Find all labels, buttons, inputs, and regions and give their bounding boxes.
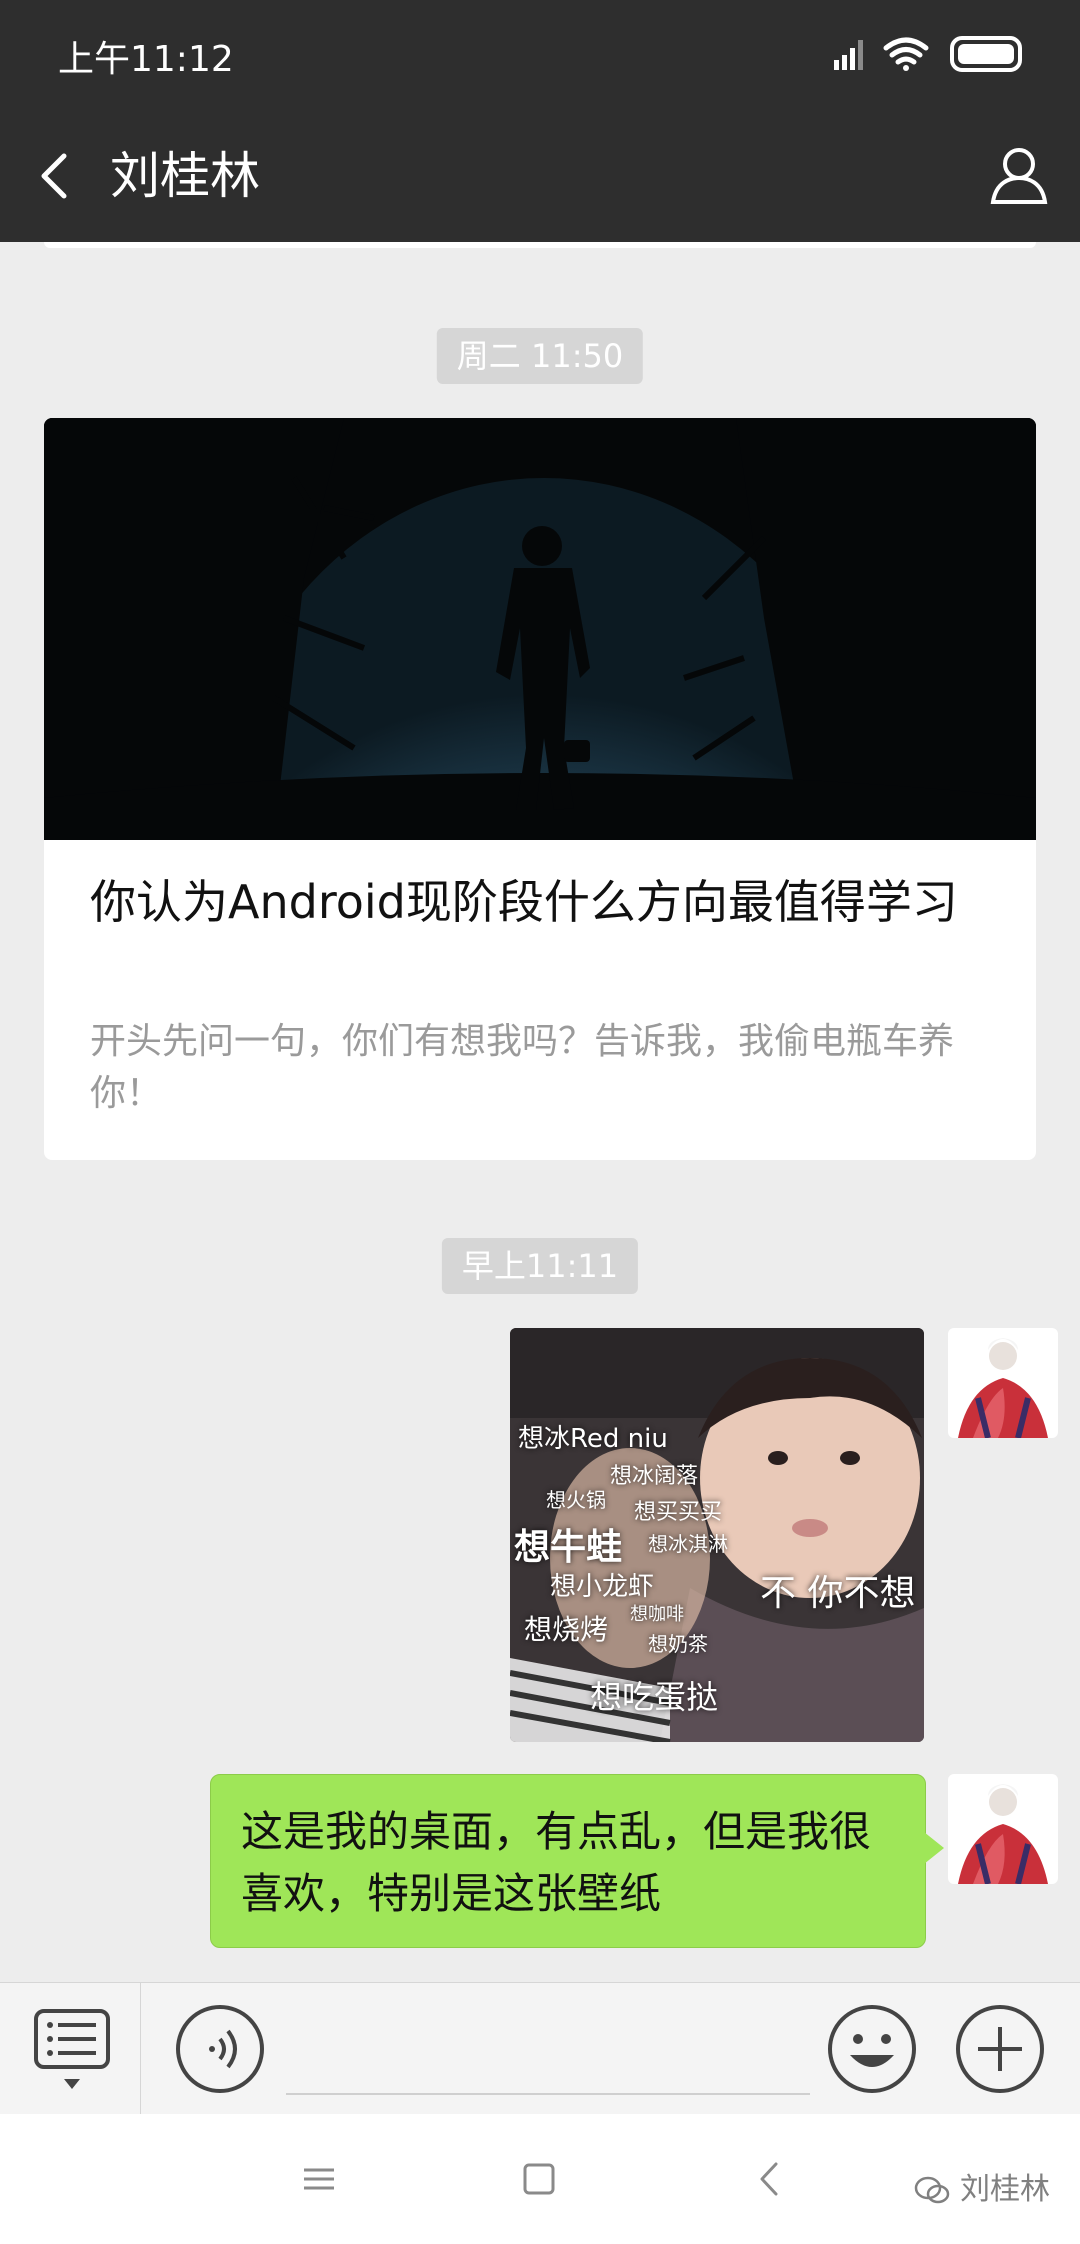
meme-caption: 不 你不想 — [760, 1573, 916, 1614]
timestamp: 周二 11:50 — [436, 328, 644, 384]
meme-text: 想吃蛋挞 — [590, 1678, 719, 1716]
bubble-tail — [924, 1832, 944, 1864]
voice-button[interactable] — [174, 2003, 266, 2095]
home-button[interactable] — [514, 2154, 564, 2204]
article-cover-image — [44, 418, 1036, 840]
meme-text: 想奶茶 — [648, 1632, 708, 1656]
meme-text: 想冰阔落 — [610, 1464, 699, 1489]
menu-button[interactable] — [32, 2005, 112, 2097]
system-nav-bar: 刘桂林 — [0, 2114, 1080, 2244]
status-bar: 上午11:12 — [0, 0, 1080, 110]
chat-header: 刘桂林 — [0, 110, 1080, 242]
meme-text: 想小龙虾 — [550, 1572, 655, 1602]
chat-title: 刘桂林 — [110, 147, 260, 205]
avatar-image — [948, 1774, 1058, 1884]
wifi-icon — [883, 37, 929, 71]
meme-text: 想咖啡 — [630, 1604, 684, 1625]
watermark-text: 刘桂林 — [960, 2172, 1050, 2207]
battery-icon — [950, 36, 1022, 72]
wechat-icon — [915, 2176, 950, 2203]
text-message-bubble[interactable]: 这是我的桌面，有点乱，但是我很喜欢，特别是这张壁纸 — [210, 1774, 926, 1948]
message-text: 这是我的桌面，有点乱，但是我很喜欢，特别是这张壁纸 — [241, 1807, 872, 1918]
meme-text: 想牛蛙 — [514, 1527, 623, 1568]
meme-text: 想买买买 — [634, 1500, 723, 1525]
chevron-left-icon — [41, 153, 67, 199]
plus-icon — [956, 2005, 1044, 2093]
back-button[interactable] — [32, 146, 80, 206]
list-menu-icon — [34, 2009, 110, 2089]
square-icon — [523, 2163, 555, 2195]
voice-icon — [176, 2005, 264, 2093]
status-time: 上午11:12 — [58, 39, 234, 80]
nav-back-button[interactable] — [744, 2154, 794, 2204]
more-button[interactable] — [954, 2003, 1046, 2095]
emoji-button[interactable] — [826, 2003, 918, 2095]
meme-text: 想烧烤 — [524, 1613, 609, 1646]
previous-card-edge — [44, 242, 1036, 248]
article-card[interactable]: 你认为Android现阶段什么方向最值得学习 开头先问一句，你们有想我吗？告诉我… — [44, 418, 1036, 1160]
person-icon — [990, 148, 1048, 204]
timestamp: 早上11:11 — [441, 1238, 639, 1294]
meme-text: 想冰Red niu — [518, 1424, 668, 1454]
article-description: 开头先问一句，你们有想我吗？告诉我，我偷电瓶车养你！ — [90, 1021, 955, 1114]
watermark: 刘桂林 — [914, 2164, 1050, 2208]
chat-messages[interactable]: 周二 11:50 你认为Android现阶段什么方向最值得学习 开头先问一句，你… — [0, 242, 1080, 1982]
signal-icon — [834, 40, 863, 70]
menu-lines-icon — [304, 2168, 334, 2190]
avatar[interactable] — [948, 1328, 1058, 1438]
input-bar — [0, 1982, 1080, 2115]
article-title: 你认为Android现阶段什么方向最值得学习 — [90, 875, 958, 929]
smile-icon — [828, 2005, 916, 2093]
avatar[interactable] — [948, 1774, 1058, 1884]
meme-image-message[interactable]: 想冰Red niu 想冰阔落 想火锅 想买买买 想牛蛙 想冰淇淋 想小龙虾 想咖… — [510, 1328, 924, 1742]
profile-button[interactable] — [988, 144, 1050, 206]
avatar-image — [948, 1328, 1058, 1438]
divider — [140, 1983, 141, 2115]
meme-text: 想火锅 — [546, 1488, 606, 1512]
meme-text: 想冰淇淋 — [648, 1532, 728, 1556]
message-input[interactable] — [286, 2007, 810, 2095]
status-icons — [824, 30, 1044, 80]
recent-apps-button[interactable] — [294, 2154, 344, 2204]
chevron-left-icon — [760, 2162, 778, 2196]
